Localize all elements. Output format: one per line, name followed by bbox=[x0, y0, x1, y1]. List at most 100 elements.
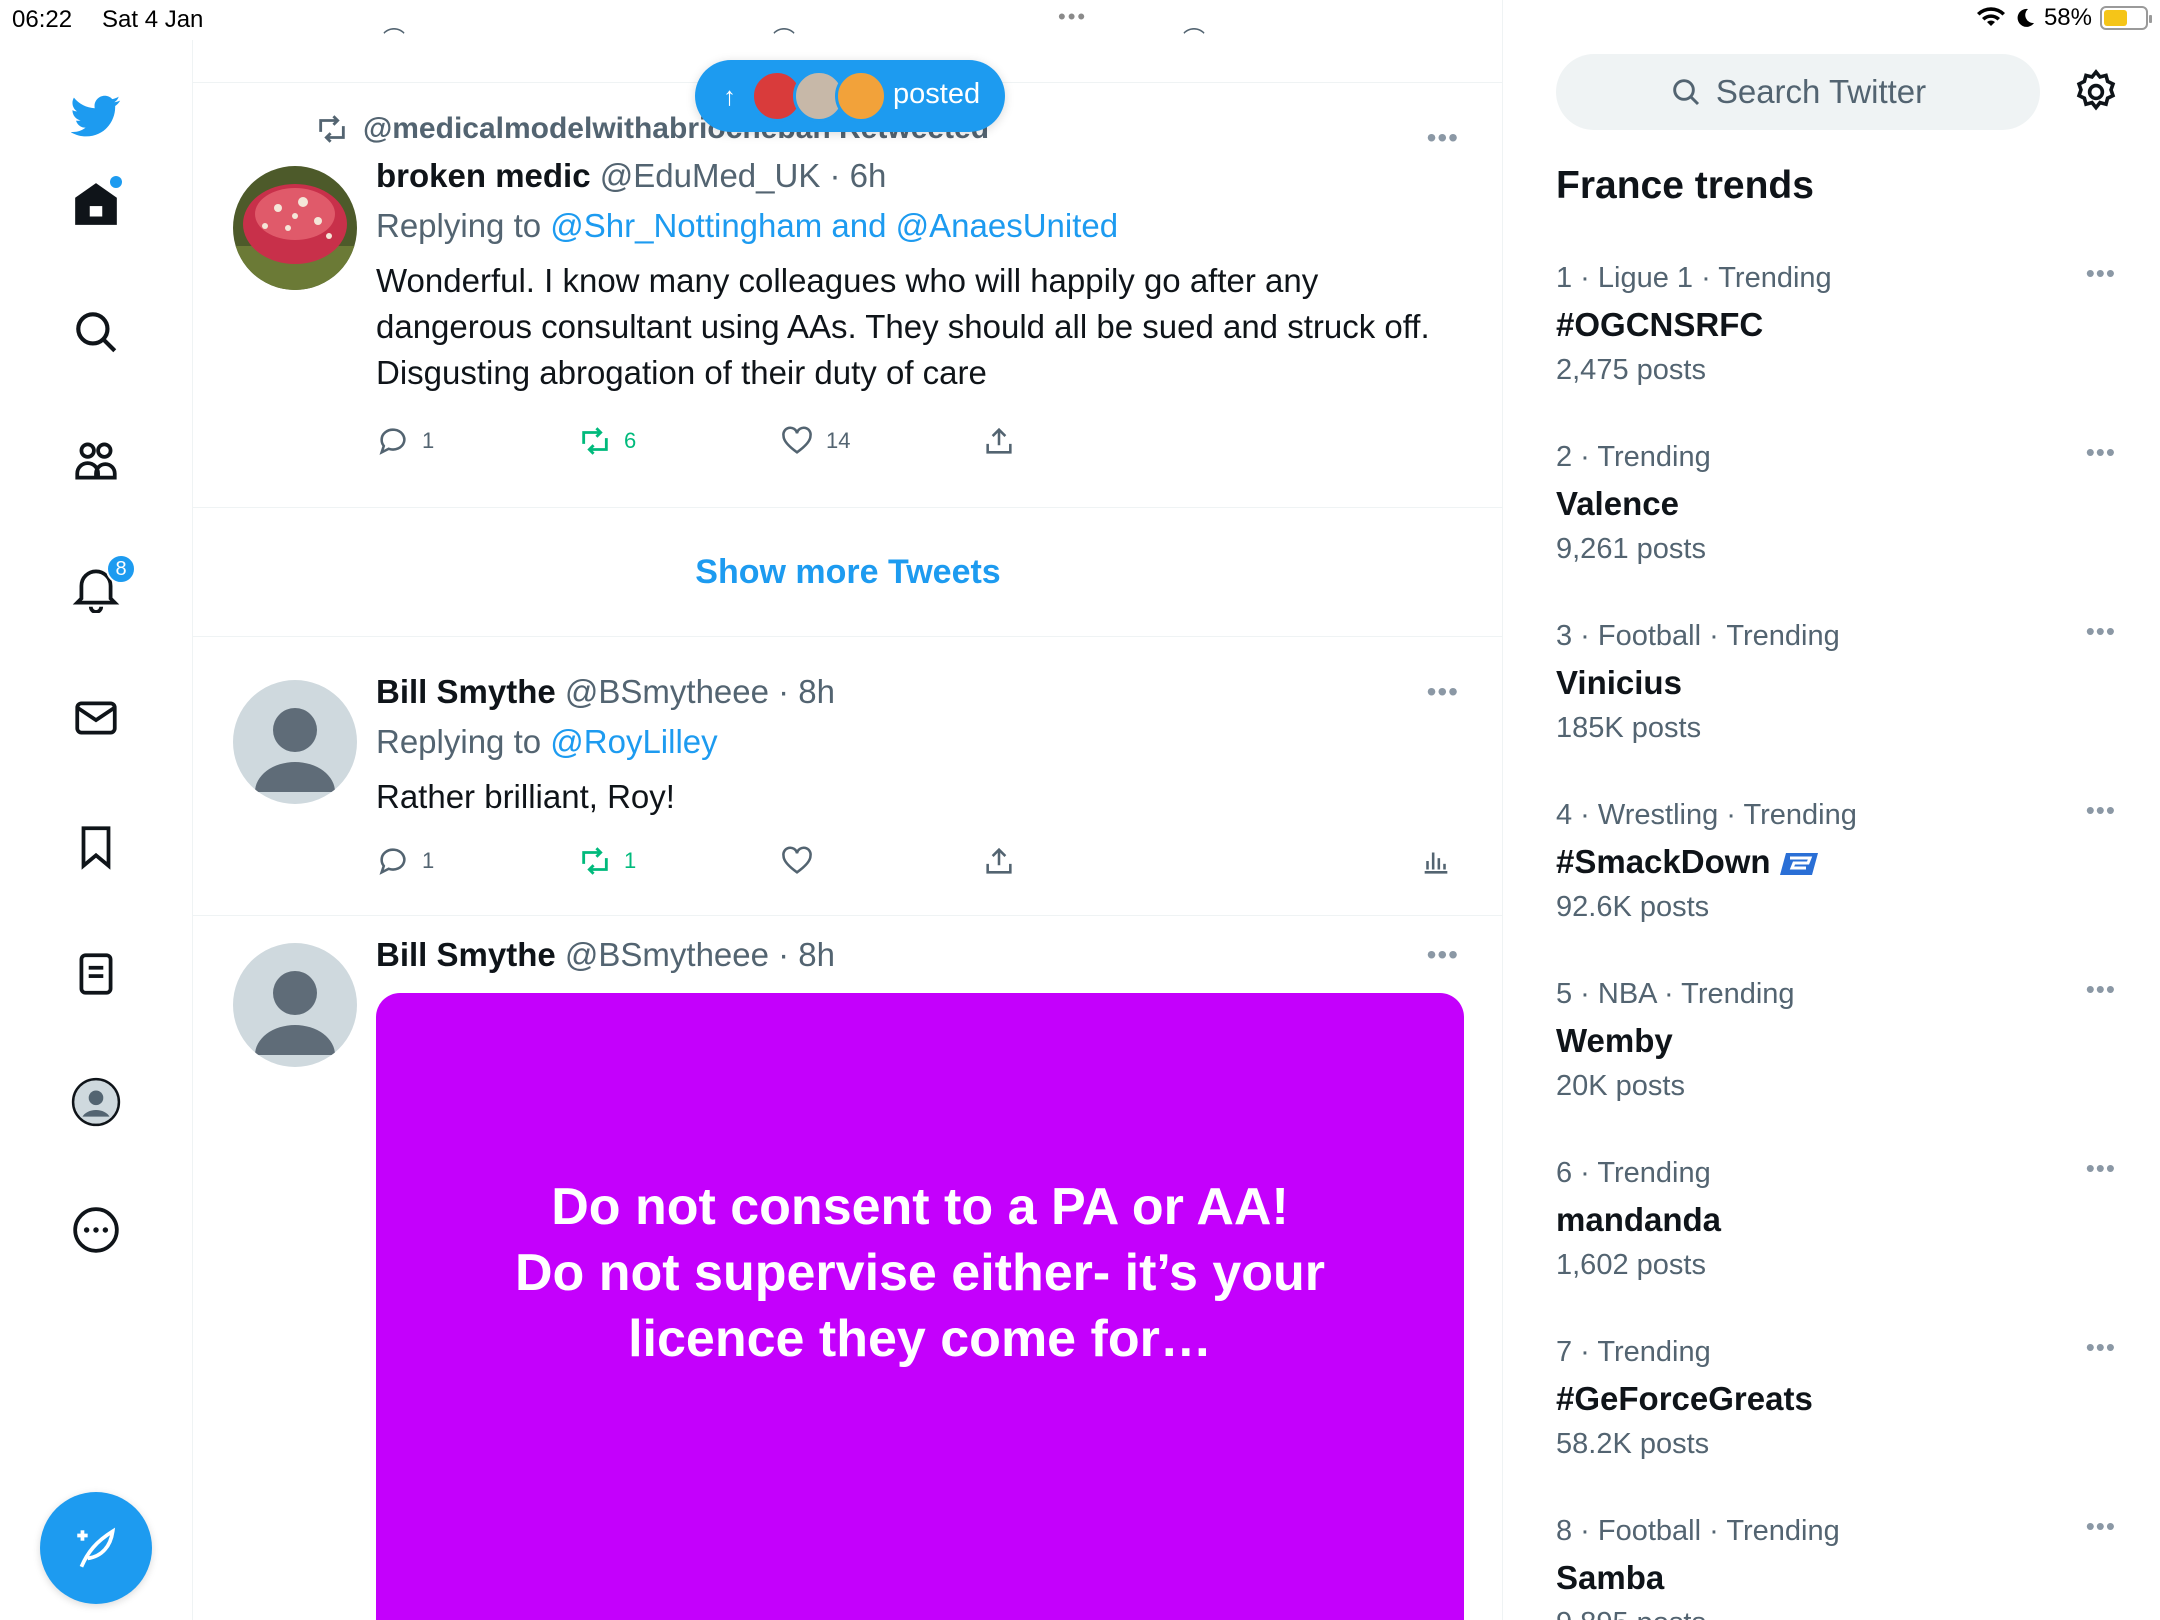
reply-button[interactable]: 1 bbox=[376, 424, 434, 458]
trend-meta: 1 · Ligue 1 · Trending bbox=[1556, 262, 1832, 294]
status-date: Sat 4 Jan bbox=[102, 6, 204, 33]
tweet-more-icon[interactable]: ••• bbox=[1427, 676, 1459, 708]
trend-count: 2,475 posts bbox=[1556, 354, 1706, 386]
smackdown-logo-icon bbox=[1779, 853, 1818, 876]
tweet-2[interactable]: Bill Smythe @BSmytheee · 8h Replying to … bbox=[193, 636, 1502, 915]
trend-name: Vinicius bbox=[1556, 664, 1682, 701]
trend-count: 58.2K posts bbox=[1556, 1428, 1710, 1460]
author-handle-time[interactable]: @EduMed_UK · 6h bbox=[600, 157, 887, 194]
trend-meta: 3 · Football · Trending bbox=[1556, 620, 1840, 652]
arrow-up-icon: ↑ bbox=[723, 80, 736, 111]
trend-name: mandanda bbox=[1556, 1201, 1722, 1238]
trend-name: Valence bbox=[1556, 485, 1679, 522]
bookmarks-icon[interactable] bbox=[66, 817, 126, 877]
author-handle-time[interactable]: @BSmytheee · 8h bbox=[565, 673, 835, 710]
share-button[interactable] bbox=[982, 424, 1016, 458]
lists-icon[interactable] bbox=[66, 944, 126, 1004]
replying-to-link[interactable]: @RoyLilley bbox=[550, 723, 717, 760]
show-more-tweets-link[interactable]: Show more Tweets bbox=[193, 508, 1502, 636]
trend-count: 9,261 posts bbox=[1556, 533, 1706, 565]
retweet-icon bbox=[319, 115, 345, 143]
battery-percentage: 58% bbox=[2043, 4, 2092, 31]
trend-item[interactable]: 1 · Ligue 1 · Trending #OGCNSRFC 2,475 p… bbox=[1556, 258, 2116, 390]
trend-more-icon[interactable]: ••• bbox=[2086, 1332, 2116, 1363]
tweet-more-icon[interactable]: ••• bbox=[1427, 122, 1459, 154]
share-button[interactable] bbox=[982, 844, 1016, 878]
replying-to: Replying to @RoyLilley bbox=[376, 722, 1466, 762]
tweet-header: Bill Smythe @BSmytheee · 8h bbox=[376, 672, 1466, 712]
twitter-logo-icon[interactable] bbox=[66, 86, 126, 146]
trend-more-icon[interactable]: ••• bbox=[2086, 616, 2116, 647]
battery-fill bbox=[2104, 10, 2128, 26]
analytics-button[interactable] bbox=[1419, 844, 1453, 878]
tweet-media-image[interactable]: Do not consent to a PA or AA! Do not sup… bbox=[376, 993, 1464, 1620]
trend-item[interactable]: 4 · Wrestling · Trending #SmackDown 92.6… bbox=[1556, 795, 2116, 927]
new-posts-pill[interactable]: ↑ posted bbox=[695, 60, 1005, 132]
trend-name-row: #SmackDown bbox=[1556, 839, 2116, 885]
tweet-1[interactable]: @medicalmodelwithabriocheban Retweeted b… bbox=[193, 82, 1502, 507]
trend-item[interactable]: 5 · NBA · Trending Wemby 20K posts ••• bbox=[1556, 974, 2116, 1106]
retweet-button[interactable]: 1 bbox=[578, 844, 636, 878]
author-handle-time[interactable]: @BSmytheee · 8h bbox=[565, 936, 835, 973]
replying-to-link[interactable]: @Shr_Nottingham and @AnaesUnited bbox=[550, 207, 1118, 244]
trend-more-icon[interactable]: ••• bbox=[2086, 437, 2116, 468]
trend-meta: 5 · NBA · Trending bbox=[1556, 978, 1795, 1010]
author-name[interactable]: Bill Smythe bbox=[376, 936, 556, 973]
heart-icon bbox=[782, 426, 812, 454]
like-button[interactable]: 14 bbox=[780, 424, 850, 458]
home-icon[interactable] bbox=[66, 174, 126, 234]
trends-title: France trends bbox=[1556, 164, 1814, 207]
like-button[interactable] bbox=[780, 844, 826, 878]
right-sidebar: Search Twitter France trends 1 · Ligue 1… bbox=[1504, 40, 2160, 1620]
timeline: ⌒ ⌒ ⌒ @medicalmodelwithabriocheban Retwe… bbox=[193, 0, 1503, 1620]
posted-label: posted bbox=[893, 78, 981, 110]
compose-feather-icon bbox=[77, 1527, 116, 1568]
search-bar[interactable]: Search Twitter bbox=[1556, 54, 2040, 130]
profile-icon[interactable] bbox=[66, 1072, 126, 1132]
avatar[interactable] bbox=[233, 943, 357, 1067]
trend-item[interactable]: 2 · Trending Valence 9,261 posts ••• bbox=[1556, 437, 2116, 569]
more-options-icon[interactable] bbox=[66, 1200, 126, 1260]
search-placeholder: Search Twitter bbox=[1715, 73, 1927, 110]
avatar[interactable] bbox=[233, 680, 357, 804]
tweet-more-icon[interactable]: ••• bbox=[1427, 939, 1459, 971]
trend-more-icon[interactable]: ••• bbox=[2086, 258, 2116, 289]
communities-icon[interactable] bbox=[66, 431, 126, 491]
replying-to: Replying to @Shr_Nottingham and @AnaesUn… bbox=[376, 206, 1466, 246]
messages-icon[interactable] bbox=[66, 688, 126, 748]
compose-tweet-button[interactable] bbox=[40, 1492, 152, 1604]
trend-name: Samba bbox=[1556, 1559, 1665, 1596]
trend-item[interactable]: 6 · Trending mandanda 1,602 posts ••• bbox=[1556, 1153, 2116, 1285]
trend-item[interactable]: 8 · Football · Trending Samba 9,895 post… bbox=[1556, 1511, 2116, 1620]
battery-icon bbox=[2100, 6, 2152, 30]
media-text-line: Do not consent to a PA or AA! bbox=[551, 1178, 1289, 1236]
author-name[interactable]: broken medic bbox=[376, 157, 591, 194]
trend-meta: 8 · Football · Trending bbox=[1556, 1515, 1840, 1547]
trend-count: 92.6K posts bbox=[1556, 891, 1710, 923]
replying-prefix: Replying to bbox=[376, 723, 551, 760]
retweet-icon bbox=[582, 847, 608, 875]
trend-more-icon[interactable]: ••• bbox=[2086, 795, 2116, 826]
notifications-icon[interactable]: 8 bbox=[66, 554, 136, 618]
default-avatar-icon bbox=[255, 971, 335, 1055]
replying-prefix: Replying to bbox=[376, 207, 551, 244]
settings-gear-icon[interactable] bbox=[2072, 68, 2120, 116]
reply-count: 1 bbox=[422, 848, 435, 873]
trend-meta: 7 · Trending bbox=[1556, 1336, 1711, 1368]
trend-item[interactable]: 3 · Football · Trending Vinicius 185K po… bbox=[1556, 616, 2116, 748]
author-name[interactable]: Bill Smythe bbox=[376, 673, 556, 710]
avatar[interactable] bbox=[233, 166, 357, 290]
trend-more-icon[interactable]: ••• bbox=[2086, 1153, 2116, 1184]
retweet-button[interactable]: 6 bbox=[578, 424, 636, 458]
trend-meta: 2 · Trending bbox=[1556, 441, 1711, 473]
tweet-header: Bill Smythe @BSmytheee · 8h bbox=[376, 935, 1466, 975]
reply-button[interactable]: 1 bbox=[376, 844, 434, 878]
tweet-body: broken medic @EduMed_UK · 6h Replying to… bbox=[376, 156, 1466, 396]
trend-more-icon[interactable]: ••• bbox=[2086, 974, 2116, 1005]
tweet-header: broken medic @EduMed_UK · 6h bbox=[376, 156, 1466, 196]
trend-more-icon[interactable]: ••• bbox=[2086, 1511, 2116, 1542]
search-icon[interactable] bbox=[66, 302, 126, 362]
trend-item[interactable]: 7 · Trending #GeForceGreats 58.2K posts … bbox=[1556, 1332, 2116, 1464]
retweet-icon bbox=[582, 427, 608, 455]
trend-count: 185K posts bbox=[1556, 712, 1702, 744]
